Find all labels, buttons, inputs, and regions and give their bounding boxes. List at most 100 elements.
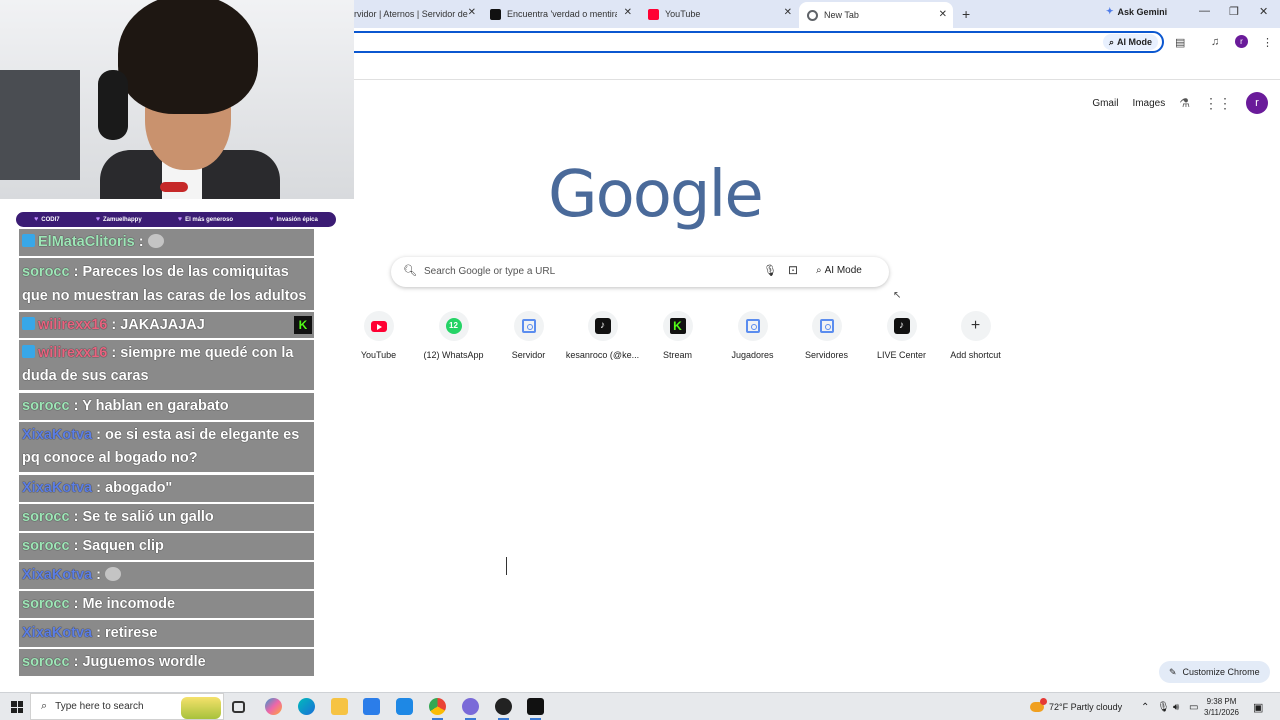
shortcut-kesanroco[interactable]: ♪ kesanroco (@ke... <box>565 311 640 360</box>
ai-mode-button[interactable]: ⌕ AI Mode <box>816 265 862 276</box>
shortcut-youtube[interactable]: YouTube <box>341 311 416 360</box>
heart-icon: ♥ <box>95 216 100 223</box>
photos-icon[interactable] <box>396 698 413 715</box>
close-icon[interactable]: ✕ <box>939 9 947 20</box>
sub-item: ♥ Invasión épica <box>269 216 318 223</box>
labs-flask-icon[interactable]: ⚗ <box>1179 96 1190 110</box>
google-lens-icon[interactable]: ⊡ <box>788 263 798 277</box>
ai-search-icon: ⌕ <box>816 265 822 276</box>
taskbar-search-box[interactable]: ⌕ Type here to search <box>30 693 224 720</box>
tiktok-icon: ♪ <box>594 318 611 334</box>
minimize-icon[interactable]: — <box>1199 5 1210 17</box>
new-tab-button[interactable]: + <box>962 6 970 22</box>
shortcut-stream[interactable]: K Stream <box>640 311 715 360</box>
close-icon[interactable]: ✕ <box>468 7 476 18</box>
media-control-icon[interactable]: ♫ <box>1211 36 1219 48</box>
pencil-icon: ✎ <box>1169 666 1177 677</box>
copilot-icon[interactable] <box>265 698 282 715</box>
tab-title: rvidor | Aternos | Servidor de <box>354 9 468 19</box>
youtube-icon <box>648 8 659 20</box>
menu-icon[interactable]: ⋮ <box>1262 36 1273 49</box>
reading-mode-icon[interactable]: ▤ <box>1175 36 1185 49</box>
close-window-icon[interactable]: ✕ <box>1259 5 1268 18</box>
chat-message: ElMataClitoris : <box>19 229 314 256</box>
obs-icon[interactable] <box>495 698 512 720</box>
tab-youtube[interactable]: YouTube ✕ <box>648 4 792 24</box>
shortcut-jugadores[interactable]: Jugadores <box>715 311 790 360</box>
edge-icon[interactable] <box>298 698 315 715</box>
speaker-icon[interactable]: 🔊︎ <box>1173 693 1179 720</box>
microphone-icon[interactable]: 🎙︎ <box>763 264 777 277</box>
file-explorer-icon[interactable] <box>331 698 348 715</box>
ask-gemini-button[interactable]: ✦ Ask Gemini <box>1106 6 1167 17</box>
shortcut-servidores[interactable]: Servidores <box>789 311 864 360</box>
windows-start-icon[interactable] <box>11 701 23 713</box>
search-icon: 🔍︎ <box>403 265 417 277</box>
tiktok-icon <box>490 8 501 20</box>
tiktok-icon: ♪ <box>893 318 910 334</box>
chat-message: XixaKotva : oe si esta asi de elegante e… <box>19 422 314 472</box>
shortcut-whatsapp[interactable]: 12 (12) WhatsApp <box>416 311 491 360</box>
tab-tiktok[interactable]: Encuentra 'verdad o mentira m ✕ <box>490 4 632 24</box>
restore-icon[interactable]: ❐ <box>1229 5 1239 18</box>
network-icon[interactable]: ▭ <box>1189 693 1198 720</box>
chrome-icon <box>807 9 818 21</box>
add-shortcut-button[interactable]: + Add shortcut <box>938 311 1013 360</box>
profile-avatar[interactable]: r <box>1235 35 1248 48</box>
images-link[interactable]: Images <box>1132 98 1165 109</box>
sub-item: ♥ Zamuelhappy <box>95 216 142 223</box>
heart-icon: ♥ <box>177 216 183 223</box>
shortcut-servidor[interactable]: Servidor <box>491 311 566 360</box>
chat-badge-icon <box>22 345 35 358</box>
gemini-icon: ✦ <box>1106 6 1114 16</box>
tab-title: YouTube <box>665 9 701 19</box>
search-icon: ⌕ <box>41 700 48 712</box>
globe-icon <box>819 319 834 333</box>
partly-cloudy-icon <box>1030 698 1047 712</box>
task-view-icon[interactable] <box>232 701 245 713</box>
windows-taskbar: ⌕ Type here to search 72°F Partly cloudy… <box>0 692 1280 720</box>
chat-message: sorocc : Y hablan en garabato <box>19 393 314 420</box>
discord-icon[interactable] <box>462 698 479 720</box>
ntp-search-box[interactable]: 🔍︎ Search Google or type a URL 🎙︎ ⊡ ⌕ AI… <box>391 257 889 287</box>
account-avatar[interactable]: r <box>1246 92 1268 114</box>
chat-message: sorocc : Saquen clip <box>19 533 314 560</box>
notifications-icon[interactable]: ▣ <box>1253 693 1263 720</box>
taskbar-clock[interactable]: 9:38 PM 3/11/2026 <box>1204 696 1239 718</box>
apps-grid-icon[interactable]: ⋮⋮ <box>1204 95 1232 112</box>
gmail-link[interactable]: Gmail <box>1092 98 1118 109</box>
skull-emote-icon <box>147 234 164 248</box>
store-icon[interactable] <box>363 698 380 715</box>
tab-new-tab[interactable]: New Tab ✕ <box>799 2 953 28</box>
capcut-icon[interactable] <box>527 698 544 720</box>
kick-icon: K <box>669 318 686 334</box>
tab-aternos[interactable]: rvidor | Aternos | Servidor de ✕ <box>354 4 476 24</box>
chat-message: wilirexx16 : JAKAJAJAJ K <box>19 312 314 338</box>
globe-icon <box>745 319 760 333</box>
address-bar[interactable]: ⌕ AI Mode <box>320 31 1164 53</box>
customize-chrome-button[interactable]: ✎ Customize Chrome <box>1159 661 1270 683</box>
chrome-icon[interactable] <box>429 698 446 720</box>
sub-item: ♥ El más generoso <box>177 216 234 223</box>
youtube-icon <box>370 320 387 332</box>
ai-search-icon: ⌕ <box>1108 36 1114 47</box>
chat-message: XixaKotva : abogado" <box>19 475 314 502</box>
mouse-pointer-icon: ↖ <box>893 290 902 301</box>
close-icon[interactable]: ✕ <box>624 7 632 18</box>
microphone-icon[interactable]: 🎙︎ <box>1157 693 1170 720</box>
chevron-up-icon[interactable]: ⌃ <box>1141 693 1149 720</box>
skull-emote-icon <box>105 567 122 581</box>
chat-message: sorocc : Me incomode <box>19 591 314 618</box>
chat-message: XixaKotva : retirese <box>19 620 314 647</box>
shortcut-live-center[interactable]: ♪ LIVE Center <box>864 311 939 360</box>
weather-widget[interactable]: 72°F Partly cloudy <box>1030 693 1122 720</box>
chat-badge-icon <box>22 317 35 330</box>
search-highlight-art <box>181 697 221 719</box>
omnibox-ai-mode-button[interactable]: ⌕ AI Mode <box>1102 34 1158 50</box>
heart-icon: ♥ <box>269 216 274 223</box>
search-placeholder[interactable]: Search Google or type a URL <box>424 266 555 277</box>
chat-message: sorocc : Pareces los de las comiquitas q… <box>19 258 314 310</box>
close-icon[interactable]: ✕ <box>784 7 792 18</box>
chat-badge-icon <box>22 234 35 247</box>
plus-icon: + <box>970 317 981 334</box>
